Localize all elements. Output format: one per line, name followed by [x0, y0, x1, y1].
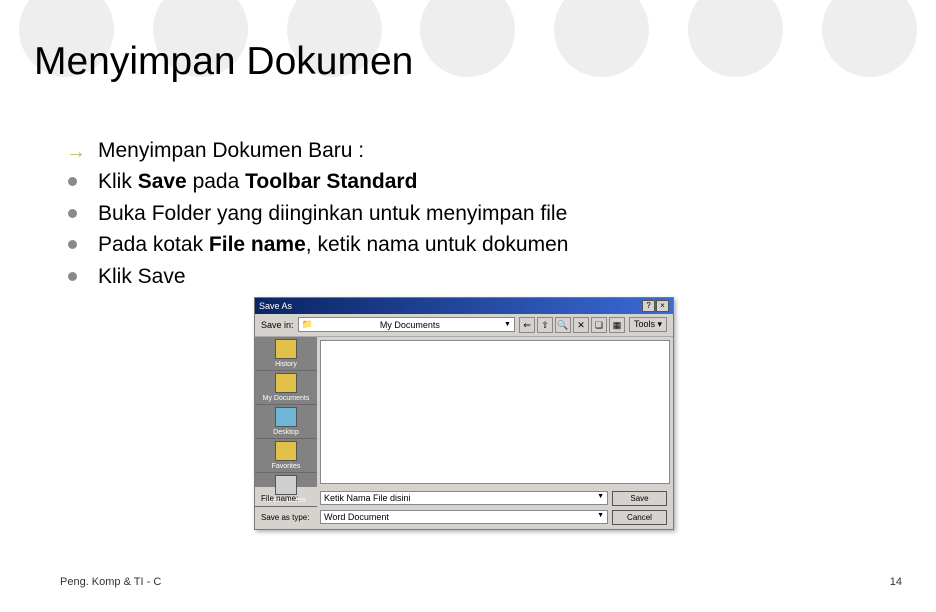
save-button-label: Save: [630, 494, 648, 503]
help-button[interactable]: ?: [642, 300, 655, 312]
list-item: Pada kotak File name, ketik nama untuk d…: [68, 230, 902, 259]
place-label: History: [275, 361, 297, 368]
bullet-list: Menyimpan Dokumen Baru : Klik Save pada …: [34, 136, 902, 291]
intro-text: Menyimpan Dokumen Baru :: [98, 139, 364, 162]
text-bold: File name: [209, 233, 306, 256]
list-item: Buka Folder yang diinginkan untuk menyim…: [68, 199, 902, 228]
chevron-down-icon: ▼: [504, 321, 511, 328]
folder-icon: [275, 373, 297, 393]
file-list-area[interactable]: [320, 340, 670, 484]
folder-icon: [275, 339, 297, 359]
place-label: Desktop: [273, 429, 299, 436]
toolbar-icons: ⇐ ⇧ 🔍 ✕ ❏ ▦: [519, 317, 625, 333]
slide-title: Menyimpan Dokumen: [34, 40, 902, 84]
dialog-wrap: Save As ? × Save in: My Documents ▼ ⇐ ⇧ …: [254, 297, 902, 530]
page-number: 14: [890, 576, 902, 588]
place-history[interactable]: History: [255, 337, 317, 371]
save-as-dialog: Save As ? × Save in: My Documents ▼ ⇐ ⇧ …: [254, 297, 674, 530]
text: Klik: [98, 170, 138, 193]
slide-content: Menyimpan Dokumen Menyimpan Dokumen Baru…: [0, 0, 936, 530]
places-bar: History My Documents Desktop Favorites W…: [255, 337, 317, 487]
chevron-down-icon: ▼: [597, 512, 604, 522]
dialog-toolbar: Save in: My Documents ▼ ⇐ ⇧ 🔍 ✕ ❏ ▦ Tool…: [255, 314, 673, 337]
cancel-button-label: Cancel: [627, 513, 652, 522]
tools-menu[interactable]: Tools ▾: [629, 317, 667, 332]
newfolder-icon[interactable]: ❏: [591, 317, 607, 333]
saveastype-label: Save as type:: [261, 513, 316, 522]
dialog-bottom: File name: Ketik Nama File disini ▼ Save…: [255, 487, 673, 529]
text-bold: Save: [138, 170, 187, 193]
desktop-icon: [275, 407, 297, 427]
search-icon[interactable]: 🔍: [555, 317, 571, 333]
list-item-intro: Menyimpan Dokumen Baru :: [68, 136, 902, 165]
text: Pada kotak: [98, 233, 209, 256]
views-icon[interactable]: ▦: [609, 317, 625, 333]
place-mydocuments[interactable]: My Documents: [255, 371, 317, 405]
saveastype-value: Word Document: [324, 512, 389, 522]
tools-label: Tools ▾: [634, 319, 662, 329]
place-label: My Documents: [263, 395, 310, 402]
list-item: Klik Save: [68, 262, 902, 291]
back-icon[interactable]: ⇐: [519, 317, 535, 333]
place-favorites[interactable]: Favorites: [255, 439, 317, 473]
savein-value: My Documents: [380, 320, 440, 330]
list-item: Klik Save pada Toolbar Standard: [68, 167, 902, 196]
saveastype-field[interactable]: Word Document ▼: [320, 510, 608, 524]
place-desktop[interactable]: Desktop: [255, 405, 317, 439]
text: , ketik nama untuk dokumen: [306, 233, 569, 256]
text: pada: [187, 170, 245, 193]
filename-label: File name:: [261, 494, 316, 503]
text-bold: Toolbar Standard: [245, 170, 417, 193]
up-icon[interactable]: ⇧: [537, 317, 553, 333]
save-button[interactable]: Save: [612, 491, 667, 506]
dialog-title-text: Save As: [259, 301, 292, 311]
filename-field[interactable]: Ketik Nama File disini ▼: [320, 491, 608, 505]
close-button[interactable]: ×: [656, 300, 669, 312]
delete-icon[interactable]: ✕: [573, 317, 589, 333]
dialog-body: History My Documents Desktop Favorites W…: [255, 337, 673, 487]
folder-icon: [275, 441, 297, 461]
chevron-down-icon: ▼: [597, 493, 604, 503]
dialog-titlebar: Save As ? ×: [255, 298, 673, 314]
titlebar-buttons: ? ×: [642, 300, 669, 312]
filename-value: Ketik Nama File disini: [324, 493, 411, 503]
text: Klik Save: [98, 265, 186, 288]
place-label: Favorites: [272, 463, 301, 470]
footer-left: Peng. Komp & TI - C: [60, 576, 161, 588]
cancel-button[interactable]: Cancel: [612, 510, 667, 525]
web-icon: [275, 475, 297, 495]
savein-label: Save in:: [261, 320, 294, 330]
savein-combo[interactable]: My Documents ▼: [298, 317, 515, 332]
text: Buka Folder yang diinginkan untuk menyim…: [98, 202, 567, 225]
